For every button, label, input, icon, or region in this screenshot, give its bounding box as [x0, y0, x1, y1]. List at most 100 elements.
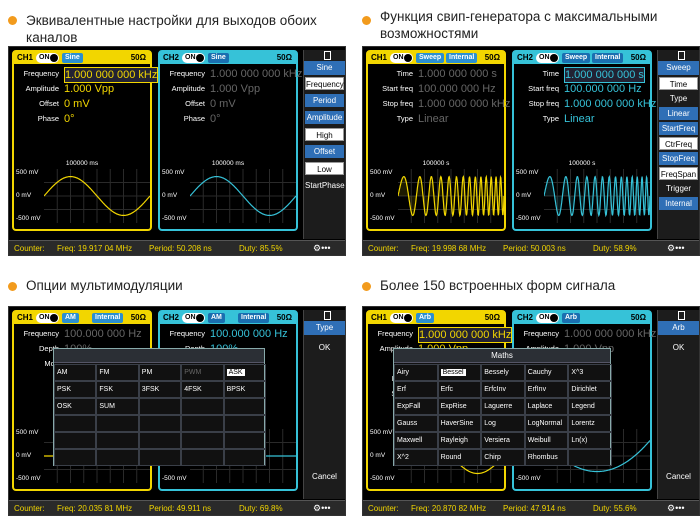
menu-item-startphase[interactable]: StartPhase [305, 179, 345, 192]
menu-item-ok[interactable]: OK [659, 341, 698, 354]
param-row[interactable]: Time 1.000 000 000 s [370, 67, 506, 81]
dialog-option[interactable]: Ln(x) [568, 432, 612, 449]
dialog-option[interactable]: BPSK [223, 381, 266, 398]
param-row[interactable]: Phase 0° [162, 112, 298, 126]
menu-item-time[interactable]: Time [659, 77, 698, 90]
channel-on-toggle[interactable]: ON [182, 53, 205, 63]
menu-item-amplitude[interactable]: Amplitude [305, 111, 344, 124]
param-row[interactable]: Amplitude 1.000 Vpp [162, 82, 298, 96]
param-row[interactable]: Frequency 1.000 000 000 kHz [16, 67, 159, 83]
menu-item-high[interactable]: High [305, 128, 344, 141]
dialog-option[interactable]: ExpFall [394, 398, 438, 415]
channel-on-toggle[interactable]: ON [536, 313, 559, 323]
param-value[interactable]: 1.000 000 000 kHz [564, 327, 656, 341]
dialog-option[interactable]: Versiera [481, 432, 525, 449]
channel-panel-ch2[interactable]: CH2 ON Sine 50Ω Frequency 1.000 000 000 kHz Am… [158, 50, 303, 231]
dialog-option[interactable]: Round [437, 449, 482, 466]
menu-item-ok[interactable]: OK [305, 341, 344, 354]
menu-item-ctrfreq[interactable]: CtrFreq [659, 137, 698, 150]
param-value[interactable]: 1.000 Vpp [210, 82, 260, 96]
dialog-option[interactable]: Maxwell [394, 432, 438, 449]
modulation-type-dialog[interactable]: AM FM PM PWM ASK PSK FSK 3FSK 4FSK BPSK OSK SUM [53, 348, 266, 466]
param-row[interactable]: Type Linear [516, 112, 652, 126]
channel-panel-ch2[interactable]: CH2 ON Sweep Internal 50Ω Time 1.000 000 000 s… [512, 50, 656, 231]
channel-on-toggle[interactable]: ON [536, 53, 559, 63]
dialog-option[interactable]: Bessely [481, 364, 525, 381]
dialog-option[interactable]: Erf [394, 381, 438, 398]
menu-item-type[interactable]: Type [659, 92, 698, 105]
param-row[interactable]: Time 1.000 000 000 s [516, 67, 652, 83]
param-value[interactable]: Linear [564, 112, 595, 126]
settings-icon[interactable]: ⚙••• [313, 503, 331, 514]
param-row[interactable]: Start freq 100.000 000 Hz [370, 82, 506, 96]
dialog-option[interactable]: FSK [96, 381, 139, 398]
param-value[interactable]: 1.000 Vpp [64, 82, 114, 96]
channel-on-toggle[interactable]: ON [36, 53, 59, 63]
dialog-option[interactable]: X^3 [568, 364, 612, 381]
param-value[interactable]: 0 mV [210, 97, 236, 111]
dialog-option[interactable]: SUM [96, 398, 139, 415]
menu-item-startfreq[interactable]: StartFreq [659, 122, 698, 135]
dialog-option[interactable]: Legend [568, 398, 612, 415]
channel-on-toggle[interactable]: ON [390, 313, 413, 323]
waveform-library-dialog[interactable]: Maths Airy Bessel Bessely Cauchy X^3 Erf Erfc Er… [393, 348, 612, 466]
dialog-option[interactable]: Airy [394, 364, 438, 381]
channel-on-toggle[interactable]: ON [36, 313, 59, 323]
param-value[interactable]: Linear [418, 112, 449, 126]
dialog-option[interactable]: LogNormal [524, 415, 569, 432]
settings-icon[interactable]: ⚙••• [313, 243, 331, 254]
param-row[interactable]: Frequency 100.000 000 Hz [16, 327, 152, 341]
menu-item-offset[interactable]: Offset [305, 145, 344, 158]
param-value[interactable]: 1.000 000 000 s [418, 67, 497, 81]
channel-panel-ch1[interactable]: CH1 ON Sweep Internal 50Ω Time 1.000 000 000 s… [366, 50, 511, 231]
param-row[interactable]: Frequency 100.000 000 Hz [162, 327, 298, 341]
param-value[interactable]: 100.000 000 Hz [418, 82, 496, 96]
dialog-option[interactable]: PM [138, 364, 182, 381]
dialog-option[interactable]: ASK [223, 364, 266, 381]
dialog-option[interactable]: AM [54, 364, 97, 381]
dialog-option[interactable]: X^2 [394, 449, 438, 466]
param-row[interactable]: Frequency 1.000 000 000 kHz [370, 327, 513, 343]
settings-icon[interactable]: ⚙••• [667, 503, 685, 514]
param-value[interactable]: 1.000 000 000 kHz [210, 67, 302, 81]
channel-on-toggle[interactable]: ON [390, 53, 413, 63]
dialog-option[interactable]: ErfInv [524, 381, 569, 398]
channel-on-toggle[interactable]: ON [182, 313, 205, 323]
channel-panel-ch1[interactable]: CH1 ON Sine 50Ω Frequency 1.000 000 000 kHz Am… [12, 50, 159, 231]
param-row[interactable]: Frequency 1.000 000 000 kHz [516, 327, 657, 341]
dialog-option[interactable]: Weibull [524, 432, 569, 449]
dialog-option[interactable]: PSK [54, 381, 97, 398]
param-row[interactable]: Amplitude 1.000 Vpp [16, 82, 152, 96]
settings-icon[interactable]: ⚙••• [667, 243, 685, 254]
dialog-option[interactable]: Rhombus [524, 449, 569, 466]
menu-item-cancel[interactable]: Cancel [305, 470, 344, 483]
param-value[interactable]: 1.000 000 000 kHz [64, 67, 159, 83]
param-row[interactable]: Phase 0° [16, 112, 152, 126]
param-row[interactable]: Start freq 100.000 000 Hz [516, 82, 652, 96]
dialog-option[interactable]: 3FSK [138, 381, 182, 398]
menu-item-cancel[interactable]: Cancel [659, 470, 698, 483]
dialog-option[interactable]: 4FSK [181, 381, 224, 398]
param-row[interactable]: Stop freq 1.000 000 000 kHz [370, 97, 511, 111]
menu-item-internal[interactable]: Internal [659, 197, 698, 210]
dialog-option[interactable]: Cauchy [524, 364, 569, 381]
dialog-option[interactable]: Rayleigh [437, 432, 482, 449]
menu-item-low[interactable]: Low [305, 162, 344, 175]
param-value[interactable]: 0° [64, 112, 75, 126]
param-row[interactable]: Type Linear [370, 112, 506, 126]
menu-item-stopfreq[interactable]: StopFreq [659, 152, 698, 165]
dialog-option[interactable]: ErfcInv [481, 381, 525, 398]
param-value[interactable]: 1.000 000 000 s [564, 67, 645, 83]
dialog-option[interactable]: Laguerre [481, 398, 525, 415]
menu-item-trigger[interactable]: Trigger [659, 182, 698, 195]
dialog-option[interactable]: PWM [181, 364, 224, 381]
dialog-option[interactable]: Gauss [394, 415, 438, 432]
param-row[interactable]: Offset 0 mV [16, 97, 152, 111]
param-value[interactable]: 1.000 000 000 kHz [564, 97, 656, 111]
dialog-option[interactable]: Dirichlet [568, 381, 612, 398]
menu-item-period[interactable]: Period [305, 94, 344, 107]
dialog-option[interactable]: HaverSine [437, 415, 482, 432]
param-value[interactable]: 0 mV [64, 97, 90, 111]
param-row[interactable]: Frequency 1.000 000 000 kHz [162, 67, 303, 81]
menu-item-frequency[interactable]: Frequency [305, 77, 344, 90]
